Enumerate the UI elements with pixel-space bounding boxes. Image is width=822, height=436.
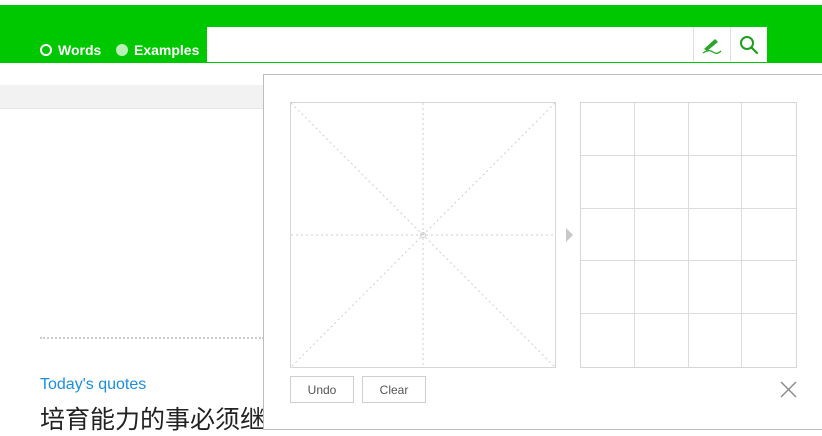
search-button[interactable]	[730, 27, 767, 62]
candidate-cell[interactable]	[742, 314, 796, 367]
candidate-cell[interactable]	[688, 103, 743, 156]
candidate-cell[interactable]	[581, 103, 635, 156]
candidate-cell[interactable]	[742, 156, 796, 209]
candidate-cell[interactable]	[688, 208, 743, 262]
search-box	[207, 27, 767, 62]
candidate-cell[interactable]	[689, 314, 743, 367]
candidate-cell[interactable]	[581, 208, 635, 262]
examples-radio-icon[interactable]	[116, 44, 128, 56]
candidate-cell[interactable]	[688, 261, 743, 315]
handwriting-canvas[interactable]	[290, 102, 556, 368]
candidate-grid	[580, 102, 797, 368]
candidate-cell[interactable]	[742, 103, 796, 156]
candidate-cell[interactable]	[635, 314, 689, 367]
mode-examples[interactable]: Examples	[116, 37, 199, 63]
candidate-cell[interactable]	[581, 314, 635, 367]
handwriting-button[interactable]	[693, 27, 730, 62]
words-radio-icon[interactable]	[40, 44, 52, 56]
handwriting-pen-icon	[702, 38, 722, 54]
candidate-cell[interactable]	[634, 155, 689, 209]
candidate-cell[interactable]	[688, 155, 743, 209]
undo-button[interactable]: Undo	[290, 376, 354, 403]
search-icon	[740, 35, 759, 54]
clear-button[interactable]: Clear	[362, 376, 426, 403]
candidate-cell[interactable]	[742, 209, 796, 262]
candidate-cell[interactable]	[634, 103, 689, 156]
candidate-cell[interactable]	[581, 155, 635, 209]
search-input[interactable]	[207, 27, 691, 62]
section-divider	[40, 337, 264, 339]
candidate-cell[interactable]	[634, 208, 689, 262]
mode-words[interactable]: Words	[40, 37, 101, 63]
candidate-cell[interactable]	[581, 261, 635, 315]
close-icon[interactable]	[780, 381, 797, 398]
quote-text: 培育能力的事必须继	[40, 405, 266, 434]
candidate-cell[interactable]	[634, 261, 689, 315]
arrow-right-icon	[566, 228, 573, 242]
candidate-cell[interactable]	[742, 261, 796, 315]
canvas-guide-lines	[290, 102, 556, 368]
mode-words-label: Words	[58, 42, 102, 58]
mode-examples-label: Examples	[134, 42, 200, 58]
todays-quotes-title[interactable]: Today's quotes	[40, 376, 146, 394]
